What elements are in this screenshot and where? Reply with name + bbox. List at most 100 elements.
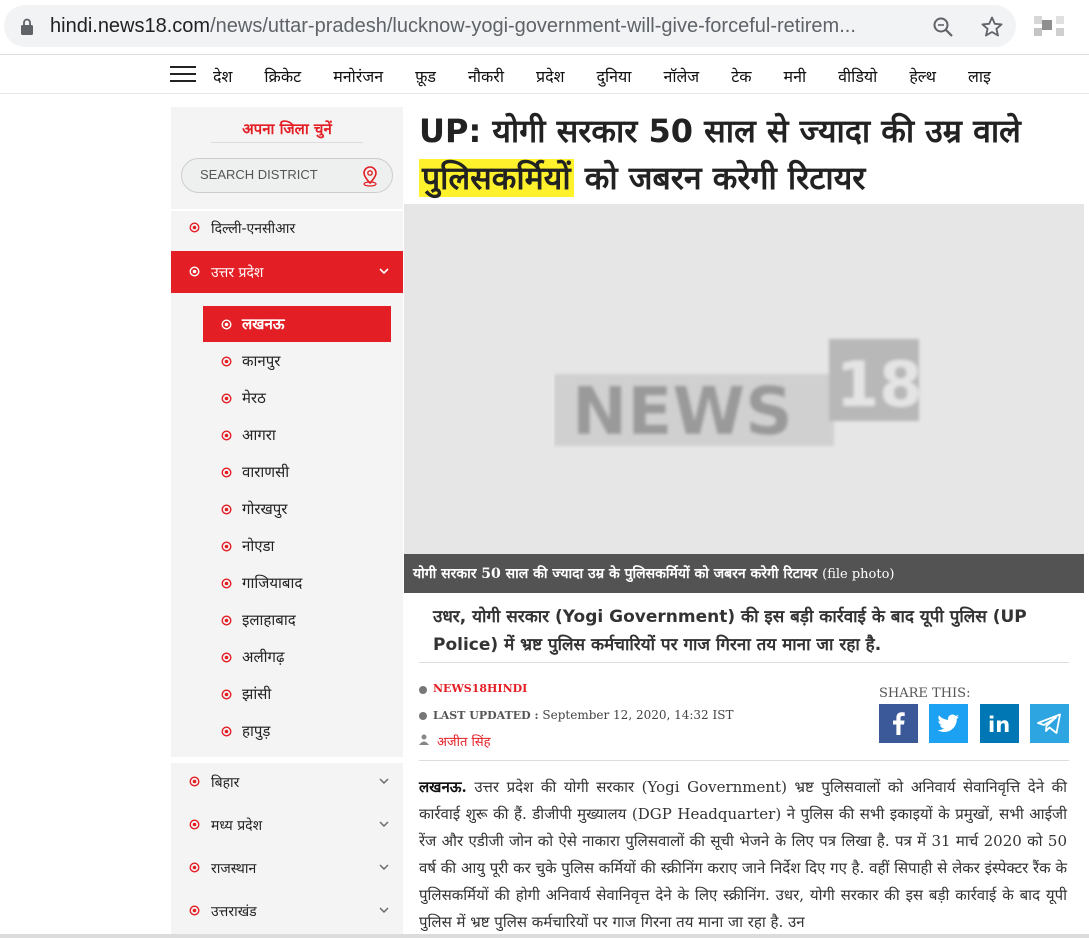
facebook-share-button[interactable] [879, 704, 918, 743]
bullet-icon [189, 862, 200, 873]
district-search [181, 158, 393, 193]
nav-item-health[interactable]: हेल्थ [909, 67, 936, 86]
news18-logo: NEWS 18 [554, 339, 922, 450]
nav-item-naukri[interactable]: नौकरी [468, 67, 504, 86]
bullet-icon [221, 319, 232, 330]
district-item-jhansi[interactable]: झांसी [203, 676, 391, 712]
author-link[interactable]: अजीत सिंह [437, 732, 491, 750]
sidebar-item-bihar[interactable]: बिहार [171, 761, 403, 803]
district-item-meerut[interactable]: मेरठ [203, 380, 391, 416]
sidebar-item-rajasthan[interactable]: राजस्थान [171, 847, 403, 889]
svg-text:in: in [988, 713, 1010, 737]
bullet-icon [189, 905, 200, 916]
district-label: लखनऊ [242, 315, 285, 333]
hamburger-menu-icon[interactable] [170, 66, 196, 84]
telegram-icon [1030, 704, 1069, 743]
district-label: कानपुर [242, 352, 281, 370]
nav-item-cricket[interactable]: क्रिकेट [264, 67, 301, 86]
source-link[interactable]: NEWS18HINDI [433, 682, 527, 695]
chevron-down-icon [379, 268, 389, 275]
body-text: उत्तर प्रदेश की योगी सरकार (Yogi Governm… [419, 778, 1067, 931]
article-hero-image: NEWS 18 योगी सरकार 50 साल की ज्यादा उम्र… [404, 204, 1084, 593]
sidebar-title-divider [211, 142, 363, 143]
nav-item-food[interactable]: फ़ूड [415, 67, 436, 86]
location-pin-icon[interactable] [360, 165, 380, 187]
sidebar-item-madhya-pradesh[interactable]: मध्य प्रदेश [171, 804, 403, 846]
zoom-icon[interactable] [932, 16, 954, 38]
linkedin-share-button[interactable]: in [980, 704, 1019, 743]
district-item-agra[interactable]: आगरा [203, 417, 391, 453]
lock-icon [21, 18, 33, 35]
nav-item-tech[interactable]: टेक [731, 67, 751, 86]
bullet-icon [221, 578, 232, 589]
sidebar-item-uttar-pradesh[interactable]: उत्तर प्रदेश [171, 251, 403, 293]
sidebar-item-label: मध्य प्रदेश [211, 818, 263, 834]
bullet-icon [189, 776, 200, 787]
sidebar-item-uttarakhand[interactable]: उत्तराखंड [171, 890, 403, 932]
district-item-gorakhpur[interactable]: गोरखपुर [203, 491, 391, 527]
nav-item-duniya[interactable]: दुनिया [596, 67, 631, 86]
article-headline: UP: योगी सरकार 50 साल से ज्यादा की उम्र … [419, 108, 1079, 202]
nav-item-knowledge[interactable]: नॉलेज [663, 67, 699, 86]
district-item-hapur[interactable]: हापुड़ [203, 713, 391, 749]
chevron-down-icon [379, 864, 389, 870]
bullet-icon [189, 222, 200, 233]
linkedin-icon: in [980, 704, 1019, 743]
nav-item-desh[interactable]: देश [213, 67, 232, 86]
nav-item-video[interactable]: वीडियो [838, 67, 877, 86]
district-item-aligarh[interactable]: अलीगढ़ [203, 639, 391, 675]
bookmark-star-icon[interactable] [980, 15, 1004, 39]
district-label: नोएडा [242, 537, 275, 555]
bullet-icon [221, 504, 232, 515]
window-bottom-edge [0, 934, 1089, 938]
district-item-ghaziabad[interactable]: गाजियाबाद [203, 565, 391, 601]
extension-icon[interactable] [1034, 14, 1064, 38]
bullet-icon [221, 615, 232, 626]
district-label: गोरखपुर [242, 500, 288, 518]
nav-item-pradesh[interactable]: प्रदेश [536, 67, 564, 86]
bullet-icon [189, 266, 200, 277]
sidebar-title: अपना जिला चुनें [242, 120, 332, 138]
district-item-lucknow[interactable]: लखनऊ [203, 306, 391, 342]
district-item-allahabad[interactable]: इलाहाबाद [203, 602, 391, 638]
nav-item-money[interactable]: मनी [784, 67, 807, 86]
twitter-share-button[interactable] [929, 704, 968, 743]
sidebar-item-label: राजस्थान [211, 861, 257, 877]
district-search-input[interactable] [200, 167, 350, 182]
district-label: इलाहाबाद [242, 611, 296, 629]
district-item-noida[interactable]: नोएडा [203, 528, 391, 564]
url-domain: hindi.news18.com [50, 15, 211, 37]
bullet-icon [221, 430, 232, 441]
url-field[interactable]: hindi.news18.com/news/uttar-pradesh/luck… [4, 5, 1016, 47]
url-text: hindi.news18.com/news/uttar-pradesh/luck… [50, 15, 920, 38]
district-label: आगरा [242, 426, 276, 444]
nav-item-manoranjan[interactable]: मनोरंजन [333, 67, 383, 86]
sidebar-item-label: उत्तराखंड [211, 904, 257, 920]
meta-divider [419, 760, 1069, 761]
bullet-icon [221, 689, 232, 700]
district-item-kanpur[interactable]: कानपुर [203, 343, 391, 379]
district-label: झांसी [242, 685, 272, 703]
bullet-icon [221, 652, 232, 663]
bullet-icon [419, 712, 427, 720]
article-summary: उधर, योगी सरकार (Yogi Government) की इस … [433, 607, 1027, 655]
updated-label: LAST UPDATED : [433, 709, 539, 722]
article-body: लखनऊ. उत्तर प्रदेश की योगी सरकार (Yogi G… [419, 774, 1067, 936]
nav-item-life[interactable]: लाइ [968, 67, 991, 86]
caption-text: योगी सरकार 50 साल की ज्यादा उम्र के पुलि… [413, 566, 818, 582]
chevron-down-icon [379, 778, 389, 784]
nav-items: देश क्रिकेट मनोरंजन फ़ूड नौकरी प्रदेश दुनिया नॉ… [213, 65, 1023, 87]
district-label: हापुड़ [242, 722, 271, 740]
chevron-down-icon [379, 907, 389, 913]
top-navigation: देश क्रिकेट मनोरंजन फ़ूड नौकरी प्रदेश दुनिया नॉ… [0, 54, 1089, 94]
caption-note: (file photo) [822, 567, 895, 582]
district-label: अलीगढ़ [242, 648, 285, 666]
summary-divider [419, 662, 1069, 663]
district-item-varanasi[interactable]: वाराणसी [203, 454, 391, 490]
sidebar-item-delhi-ncr[interactable]: दिल्ली-एनसीआर [171, 207, 403, 249]
telegram-share-button[interactable] [1030, 704, 1069, 743]
twitter-icon [929, 704, 968, 743]
facebook-icon [879, 704, 918, 743]
bullet-icon [419, 686, 427, 694]
bullet-icon [221, 356, 232, 367]
